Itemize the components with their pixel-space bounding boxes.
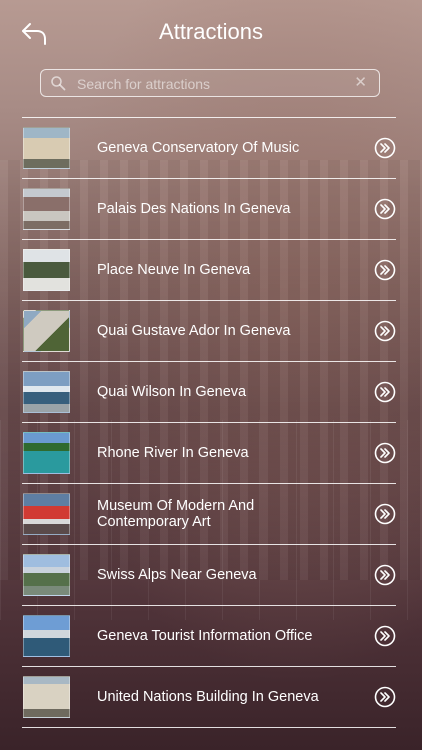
attraction-thumbnail <box>23 432 70 474</box>
list-item[interactable]: Quai Wilson In Geneva <box>22 361 396 422</box>
attraction-thumbnail <box>23 615 70 657</box>
double-chevron-right-icon[interactable] <box>374 137 396 159</box>
list-item[interactable]: Geneva Conservatory Of Music <box>22 117 396 178</box>
attraction-label: Rhone River In Geneva <box>97 445 249 461</box>
list-item[interactable]: United Nations Building In Geneva <box>22 666 396 728</box>
search-bar: ✕ <box>40 69 380 97</box>
attraction-thumbnail <box>23 371 70 413</box>
attraction-thumbnail <box>23 493 70 535</box>
search-input[interactable] <box>75 73 349 95</box>
double-chevron-right-icon[interactable] <box>374 686 396 708</box>
list-item[interactable]: Rhone River In Geneva <box>22 422 396 483</box>
attraction-label: Museum Of Modern And Contemporary Art <box>97 498 255 530</box>
attraction-label: Geneva Conservatory Of Music <box>97 140 300 156</box>
list-item[interactable]: Palais Des Nations In Geneva <box>22 178 396 239</box>
attraction-label: United Nations Building In Geneva <box>97 689 319 705</box>
attraction-thumbnail <box>23 554 70 596</box>
list-item[interactable]: Museum Of Modern And Contemporary Art <box>22 483 396 544</box>
list-item[interactable]: Geneva Tourist Information Office <box>22 605 396 666</box>
list-item[interactable]: Place Neuve In Geneva <box>22 239 396 300</box>
attraction-thumbnail <box>23 249 70 291</box>
double-chevron-right-icon[interactable] <box>374 381 396 403</box>
attraction-label: Swiss Alps Near Geneva <box>97 567 257 583</box>
search-icon <box>51 76 66 91</box>
attraction-thumbnail <box>23 310 70 352</box>
attraction-label: Place Neuve In Geneva <box>97 262 251 278</box>
attraction-thumbnail <box>23 127 70 169</box>
list-item[interactable]: Quai Gustave Ador In Geneva <box>22 300 396 361</box>
double-chevron-right-icon[interactable] <box>374 198 396 220</box>
list-item[interactable]: Swiss Alps Near Geneva <box>22 544 396 605</box>
double-chevron-right-icon[interactable] <box>374 442 396 464</box>
double-chevron-right-icon[interactable] <box>374 564 396 586</box>
attraction-label: Geneva Tourist Information Office <box>97 628 313 644</box>
clear-search-icon[interactable]: ✕ <box>354 74 367 92</box>
attraction-label: Quai Wilson In Geneva <box>97 384 247 400</box>
double-chevron-right-icon[interactable] <box>374 259 396 281</box>
attraction-thumbnail <box>23 188 70 230</box>
attraction-thumbnail <box>23 676 70 718</box>
double-chevron-right-icon[interactable] <box>374 503 396 525</box>
attractions-list: Geneva Conservatory Of Music Palais Des … <box>22 117 396 728</box>
header: Attractions <box>0 0 422 66</box>
page-title: Attractions <box>159 19 263 44</box>
double-chevron-right-icon[interactable] <box>374 625 396 647</box>
attraction-label: Palais Des Nations In Geneva <box>97 201 291 217</box>
double-chevron-right-icon[interactable] <box>374 320 396 342</box>
attraction-label: Quai Gustave Ador In Geneva <box>97 323 291 339</box>
